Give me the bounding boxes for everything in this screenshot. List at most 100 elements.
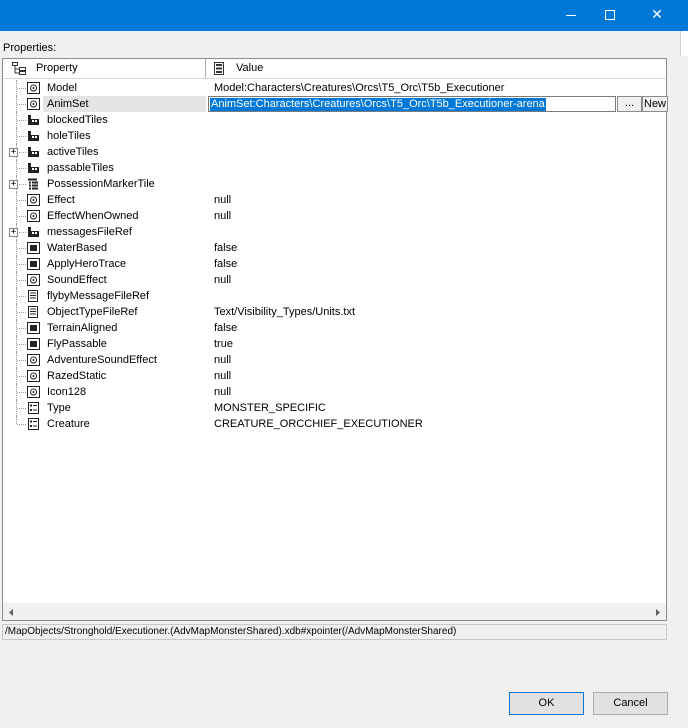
property-row-messagesfileref[interactable]: + messagesFileRef [3, 224, 666, 240]
tree-branch [17, 168, 26, 169]
scroll-right-arrow-icon[interactable] [651, 606, 664, 619]
property-name: FlyPassable [47, 338, 107, 350]
expand-toggle[interactable]: + [9, 228, 18, 237]
property-row-terrainaligned[interactable]: TerrainAligned false [3, 320, 666, 336]
title-bar: ✕ [0, 0, 688, 31]
property-name: activeTiles [47, 146, 99, 158]
maximize-icon [605, 10, 615, 20]
property-value[interactable]: true [214, 336, 233, 352]
close-icon: ✕ [651, 7, 663, 23]
new-button[interactable]: New [642, 96, 668, 112]
property-row-type[interactable]: Type MONSTER_SPECIFIC [3, 400, 666, 416]
property-row-animset[interactable]: AnimSet AnimSet:Characters\Creatures\Orcs… [3, 96, 668, 112]
property-value[interactable]: MONSTER_SPECIFIC [214, 400, 326, 416]
file-ref-icon [27, 306, 40, 318]
property-name: RazedStatic [47, 370, 107, 382]
tree-branch [17, 408, 26, 409]
struct-icon [27, 178, 40, 190]
cancel-button[interactable]: Cancel [593, 692, 668, 715]
enum-icon [27, 418, 40, 430]
property-name: PossessionMarkerTile [47, 178, 155, 190]
browse-button[interactable]: ... [617, 96, 642, 112]
property-row-model[interactable]: Model Model:Characters\Creatures\Orcs\T5_… [3, 80, 666, 96]
expand-toggle[interactable]: + [9, 148, 18, 157]
property-name: Icon128 [47, 386, 87, 398]
property-row-blockedtiles[interactable]: blockedTiles [3, 112, 666, 128]
tree-branch [17, 312, 26, 313]
tree-branch [17, 200, 26, 201]
object-ref-icon [27, 210, 40, 222]
property-value[interactable]: null [214, 192, 231, 208]
property-tree-icon [12, 62, 26, 75]
property-value[interactable]: null [214, 272, 231, 288]
property-row-creature[interactable]: Creature CREATURE_ORCCHIEF_EXECUTIONER [3, 416, 666, 432]
property-row-waterbased[interactable]: WaterBased false [3, 240, 666, 256]
value-editor-input[interactable]: AnimSet:Characters\Creatures\Orcs\T5_Orc… [208, 96, 616, 112]
object-ref-icon [27, 82, 40, 94]
tree-branch [17, 248, 26, 249]
scroll-left-arrow-icon[interactable] [5, 606, 18, 619]
object-path: /MapObjects/Stronghold/Executioner.(AdvM… [2, 624, 667, 640]
property-row-activetiles[interactable]: + activeTiles [3, 144, 666, 160]
object-ref-icon [27, 194, 40, 206]
maximize-button[interactable] [588, 0, 634, 31]
tree-branch [17, 184, 26, 185]
ok-button[interactable]: OK [509, 692, 584, 715]
property-row-possessionmarkertile[interactable]: + PossessionMarkerTile [3, 176, 666, 192]
tree-branch [17, 152, 26, 153]
property-value[interactable]: null [214, 352, 231, 368]
property-value[interactable]: CREATURE_ORCCHIEF_EXECUTIONER [214, 416, 423, 432]
property-row-flybymessagefileref[interactable]: flybyMessageFileRef [3, 288, 666, 304]
window-edge [680, 31, 688, 56]
property-value[interactable]: null [214, 384, 231, 400]
properties-label: Properties: [3, 42, 57, 54]
property-row-adventuresoundeffect[interactable]: AdventureSoundEffect null [3, 352, 666, 368]
value-column-header[interactable]: Value [207, 59, 666, 78]
property-value[interactable]: false [214, 256, 237, 272]
tree-branch [17, 280, 26, 281]
tree-branch [17, 104, 26, 105]
property-name: Model [47, 82, 77, 94]
property-row-applyherotrace[interactable]: ApplyHeroTrace false [3, 256, 666, 272]
minimize-icon [566, 15, 576, 16]
property-name: flybyMessageFileRef [47, 290, 150, 302]
property-row-passabletiles[interactable]: passableTiles [3, 160, 666, 176]
bool-icon [27, 322, 40, 334]
property-name: messagesFileRef [47, 226, 132, 238]
property-row-holetiles[interactable]: holeTiles [3, 128, 666, 144]
property-value[interactable]: false [214, 240, 237, 256]
property-name: WaterBased [47, 242, 108, 254]
property-row-razedstatic[interactable]: RazedStatic null [3, 368, 666, 384]
property-value[interactable]: false [214, 320, 237, 336]
tree-branch [17, 120, 26, 121]
bool-icon [27, 338, 40, 350]
property-value[interactable]: null [214, 368, 231, 384]
property-column-header[interactable]: Property [3, 59, 206, 78]
close-button[interactable]: ✕ [634, 0, 680, 31]
property-value[interactable]: Model:Characters\Creatures\Orcs\T5_Orc\T… [214, 80, 504, 96]
horizontal-scrollbar[interactable] [3, 603, 666, 620]
tree-branch [17, 136, 26, 137]
property-row-soundeffect[interactable]: SoundEffect null [3, 272, 666, 288]
property-name: ApplyHeroTrace [47, 258, 127, 270]
value-list-icon [214, 62, 224, 75]
file-ref-icon [27, 290, 40, 302]
property-column-label: Property [36, 62, 78, 74]
property-row-effect[interactable]: Effect null [3, 192, 666, 208]
tree-branch [17, 232, 26, 233]
tree-branch [17, 216, 26, 217]
property-name: passableTiles [47, 162, 114, 174]
expand-toggle[interactable]: + [9, 180, 18, 189]
property-row-effectwhenowned[interactable]: EffectWhenOwned null [3, 208, 666, 224]
property-row-icon128[interactable]: Icon128 null [3, 384, 666, 400]
object-ref-icon [27, 98, 40, 110]
property-value[interactable]: null [214, 208, 231, 224]
property-row-objecttypefileref[interactable]: ObjectTypeFileRef Text/Visibility_Types/U… [3, 304, 666, 320]
property-rows: Model Model:Characters\Creatures\Orcs\T5_… [3, 80, 668, 432]
selected-value-text: AnimSet:Characters\Creatures\Orcs\T5_Orc… [210, 98, 546, 111]
property-name: Effect [47, 194, 75, 206]
enum-icon [27, 402, 40, 414]
property-value[interactable]: Text/Visibility_Types/Units.txt [214, 304, 355, 320]
object-ref-icon [27, 354, 40, 366]
property-row-flypassable[interactable]: FlyPassable true [3, 336, 666, 352]
